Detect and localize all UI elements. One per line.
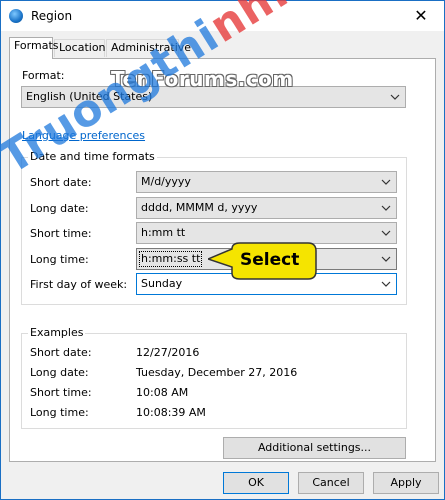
format-label: Format: (22, 69, 65, 82)
example-long-date-value: Tuesday, December 27, 2016 (136, 366, 298, 379)
short-time-value: h:mm tt (141, 226, 186, 239)
chevron-down-icon (380, 176, 392, 188)
examples-group-title: Examples (28, 326, 86, 339)
ok-button[interactable]: OK (223, 472, 289, 494)
select-callout: Select (208, 241, 318, 281)
example-short-date-value: 12/27/2016 (136, 346, 200, 359)
long-time-label: Long time: (30, 253, 89, 266)
apply-button[interactable]: Apply (373, 472, 439, 494)
example-short-time-label: Short time: (30, 386, 92, 399)
cancel-button[interactable]: Cancel (298, 472, 364, 494)
short-time-label: Short time: (30, 227, 92, 240)
example-long-time-value: 10:08:39 AM (136, 406, 206, 419)
example-short-date-label: Short date: (30, 346, 92, 359)
chevron-down-icon (380, 227, 392, 239)
chevron-down-icon (380, 202, 392, 214)
tab-location[interactable]: Location (54, 39, 106, 57)
long-time-value: h:mm:ss tt (139, 251, 203, 267)
example-long-time-label: Long time: (30, 406, 89, 419)
long-date-value: dddd, MMMM d, yyyy (141, 201, 258, 214)
additional-settings-button[interactable]: Additional settings... (223, 437, 406, 459)
first-day-label: First day of week: (30, 278, 128, 291)
close-button[interactable]: ✕ (398, 1, 444, 31)
short-date-label: Short date: (30, 176, 92, 189)
region-dialog: Region ✕ Formats Location Administrative… (0, 0, 445, 500)
globe-icon (9, 9, 23, 23)
long-date-label: Long date: (30, 202, 89, 215)
chevron-down-icon (389, 91, 401, 103)
short-date-value: M/d/yyyy (141, 175, 191, 188)
chevron-down-icon (380, 278, 392, 290)
chevron-down-icon (380, 253, 392, 265)
example-long-date-label: Long date: (30, 366, 89, 379)
tab-formats[interactable]: Formats (9, 37, 59, 59)
short-date-dropdown[interactable]: M/d/yyyy (136, 171, 397, 193)
long-date-dropdown[interactable]: dddd, MMMM d, yyyy (136, 197, 397, 219)
window-title: Region (31, 9, 73, 23)
first-day-value: Sunday (141, 277, 183, 290)
example-short-time-value: 10:08 AM (136, 386, 189, 399)
callout-text: Select (240, 250, 300, 270)
